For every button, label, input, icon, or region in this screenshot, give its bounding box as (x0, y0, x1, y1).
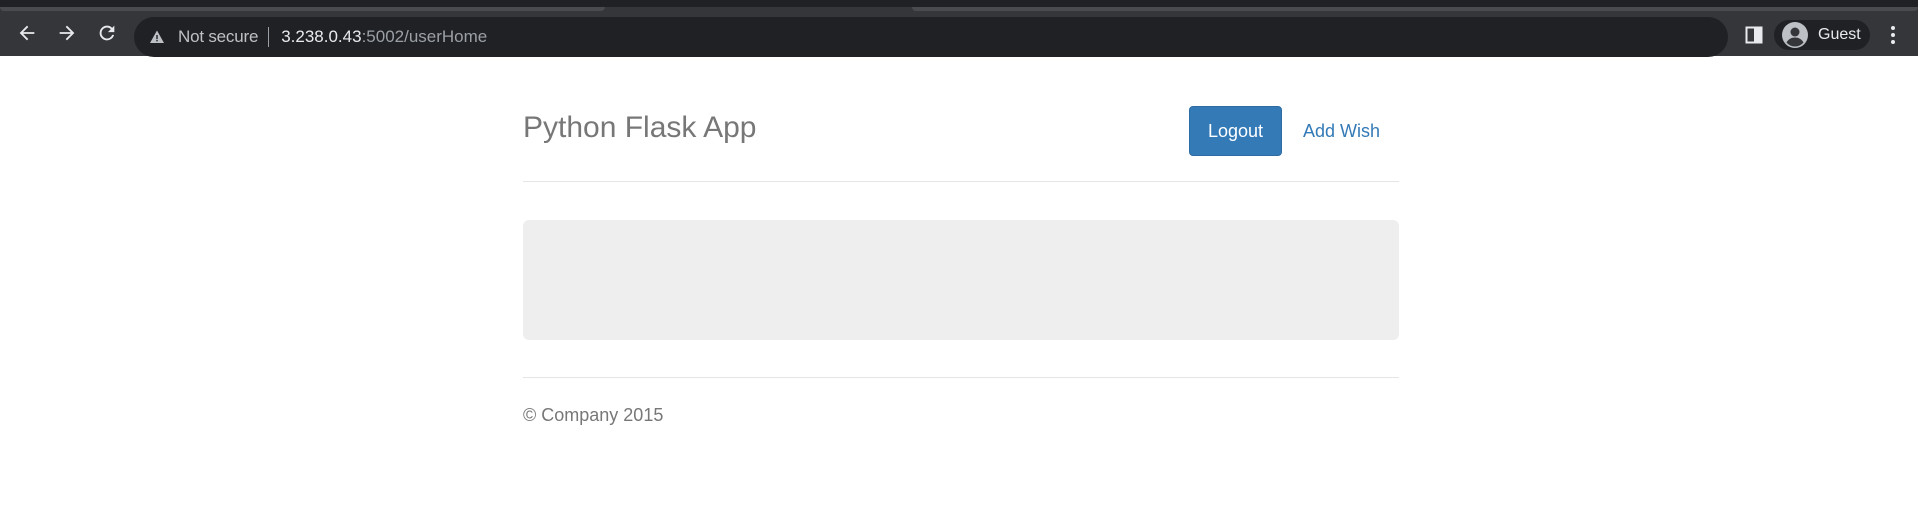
site-header: Python Flask App Logout Add Wish (523, 56, 1399, 182)
divider (268, 27, 270, 47)
address-bar[interactable]: Not secure 3.238.0.43 :5002/userHome (134, 17, 1728, 57)
page-title: Python Flask App (523, 111, 757, 144)
reload-icon (99, 25, 115, 41)
url-path: :5002/userHome (361, 27, 488, 46)
footer: © Company 2015 (523, 377, 1399, 426)
url-host: 3.238.0.43 (281, 27, 362, 46)
tab-strip-segment (912, 7, 1918, 11)
logout-button[interactable]: Logout (1189, 106, 1282, 156)
arrow-right-icon (59, 25, 75, 41)
copyright-text: © Company 2015 (523, 405, 664, 425)
forward-button[interactable] (53, 19, 81, 47)
reload-button[interactable] (93, 19, 121, 47)
back-button[interactable] (13, 19, 41, 47)
account-circle-icon (1782, 22, 1808, 48)
arrow-left-icon (19, 25, 35, 41)
profile-label: Guest (1818, 26, 1861, 43)
tab-strip-segment (0, 7, 605, 11)
browser-toolbar: Not secure 3.238.0.43 :5002/userHome Gue… (0, 0, 1918, 57)
side-panel-icon[interactable] (1745, 26, 1763, 44)
profile-button[interactable]: Guest (1774, 20, 1870, 50)
security-status-label[interactable]: Not secure (178, 27, 258, 47)
more-vert-icon[interactable] (1884, 25, 1902, 45)
add-wish-link[interactable]: Add Wish (1303, 106, 1380, 156)
warning-icon[interactable] (149, 29, 165, 45)
jumbotron (523, 220, 1399, 340)
page-container: Python Flask App Logout Add Wish © Compa… (523, 56, 1399, 426)
